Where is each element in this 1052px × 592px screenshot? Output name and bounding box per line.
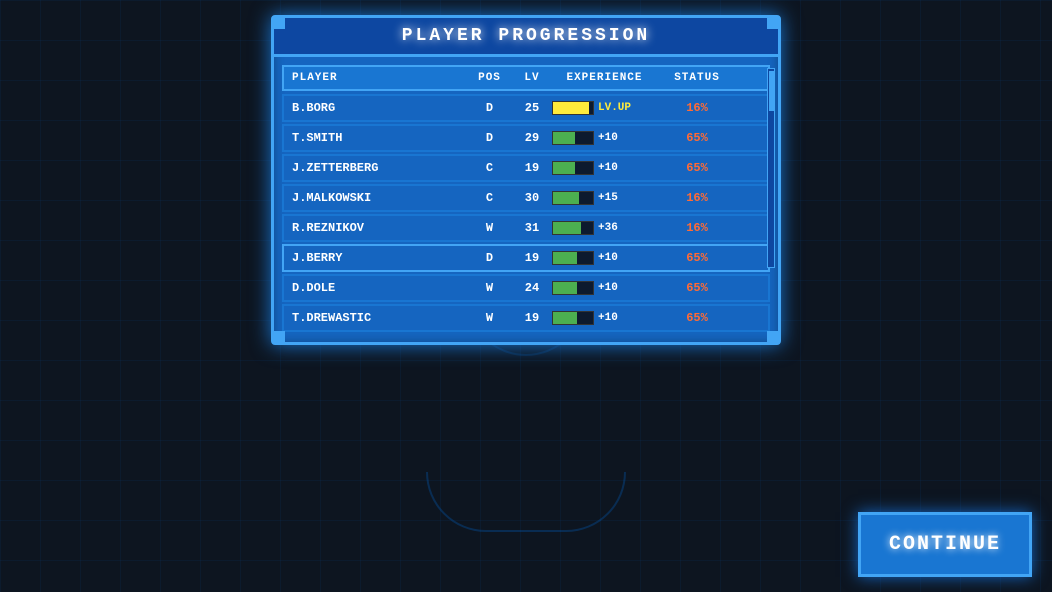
- xp-bar-fill: [553, 312, 577, 324]
- xp-bar-wrapper: [552, 311, 594, 325]
- progression-panel: PLAYER PROGRESSION PLAYER POS LV EXPERIE…: [271, 15, 781, 345]
- player-status: 16%: [657, 101, 737, 115]
- player-name: T.DREWASTIC: [292, 311, 467, 325]
- table-row: D.DOLE W 24 +10 65%: [282, 274, 770, 302]
- player-rows-container: B.BORG D 25 LV.UP 16% T.SMITH D 29: [282, 94, 770, 332]
- xp-bar-wrapper: [552, 251, 594, 265]
- table-row: J.BERRY D 19 +10 65%: [282, 244, 770, 272]
- player-lv: 25: [512, 101, 552, 115]
- player-name: J.BERRY: [292, 251, 467, 265]
- xp-bar-fill: [553, 222, 581, 234]
- player-lv: 19: [512, 251, 552, 265]
- player-xp: LV.UP: [552, 101, 657, 115]
- table-row: B.BORG D 25 LV.UP 16%: [282, 94, 770, 122]
- header-lv: LV: [512, 72, 552, 84]
- xp-bar-fill: [553, 102, 589, 114]
- player-xp: +10: [552, 311, 657, 325]
- player-lv: 31: [512, 221, 552, 235]
- player-pos: C: [467, 191, 512, 205]
- header-pos: POS: [467, 72, 512, 84]
- player-pos: W: [467, 221, 512, 235]
- player-pos: W: [467, 311, 512, 325]
- player-pos: C: [467, 161, 512, 175]
- court-arc-bottom: [426, 472, 626, 532]
- panel-title: PLAYER PROGRESSION: [402, 26, 650, 46]
- table-header: PLAYER POS LV EXPERIENCE STATUS: [282, 65, 770, 91]
- player-lv: 29: [512, 131, 552, 145]
- header-status: STATUS: [657, 72, 737, 84]
- player-xp: +10: [552, 251, 657, 265]
- xp-bar-wrapper: [552, 101, 594, 115]
- player-lv: 30: [512, 191, 552, 205]
- xp-bar-wrapper: [552, 191, 594, 205]
- header-experience: EXPERIENCE: [552, 72, 657, 84]
- player-status: 65%: [657, 131, 737, 145]
- header-player: PLAYER: [292, 72, 467, 84]
- player-pos: D: [467, 251, 512, 265]
- table-row: T.SMITH D 29 +10 65%: [282, 124, 770, 152]
- player-name: T.SMITH: [292, 131, 467, 145]
- player-xp: +36: [552, 221, 657, 235]
- player-xp: +10: [552, 131, 657, 145]
- table-row: T.DREWASTIC W 19 +10 65%: [282, 304, 770, 332]
- player-status: 65%: [657, 161, 737, 175]
- player-name: D.DOLE: [292, 281, 467, 295]
- player-name: J.ZETTERBERG: [292, 161, 467, 175]
- xp-bar-fill: [553, 252, 577, 264]
- player-lv: 19: [512, 311, 552, 325]
- xp-bar-wrapper: [552, 131, 594, 145]
- scroll-thumb: [769, 71, 775, 111]
- xp-bar-fill: [553, 132, 575, 144]
- xp-bar-fill: [553, 282, 577, 294]
- continue-button[interactable]: CONTINUE: [858, 512, 1032, 577]
- title-bar: PLAYER PROGRESSION: [274, 18, 778, 57]
- xp-bar-fill: [553, 162, 575, 174]
- player-lv: 19: [512, 161, 552, 175]
- player-xp: +15: [552, 191, 657, 205]
- progression-table: PLAYER POS LV EXPERIENCE STATUS B.BORG D…: [274, 57, 778, 342]
- player-status: 65%: [657, 311, 737, 325]
- player-status: 65%: [657, 281, 737, 295]
- player-pos: W: [467, 281, 512, 295]
- table-row: R.REZNIKOV W 31 +36 16%: [282, 214, 770, 242]
- player-xp: +10: [552, 281, 657, 295]
- table-row: J.ZETTERBERG C 19 +10 65%: [282, 154, 770, 182]
- xp-bar-wrapper: [552, 161, 594, 175]
- player-xp: +10: [552, 161, 657, 175]
- xp-bar-fill: [553, 192, 579, 204]
- player-status: 16%: [657, 191, 737, 205]
- table-row: J.MALKOWSKI C 30 +15 16%: [282, 184, 770, 212]
- player-pos: D: [467, 101, 512, 115]
- player-name: B.BORG: [292, 101, 467, 115]
- player-lv: 24: [512, 281, 552, 295]
- player-status: 16%: [657, 221, 737, 235]
- player-name: R.REZNIKOV: [292, 221, 467, 235]
- player-status: 65%: [657, 251, 737, 265]
- xp-bar-wrapper: [552, 281, 594, 295]
- player-name: J.MALKOWSKI: [292, 191, 467, 205]
- player-pos: D: [467, 131, 512, 145]
- scrollbar[interactable]: [767, 68, 775, 268]
- xp-bar-wrapper: [552, 221, 594, 235]
